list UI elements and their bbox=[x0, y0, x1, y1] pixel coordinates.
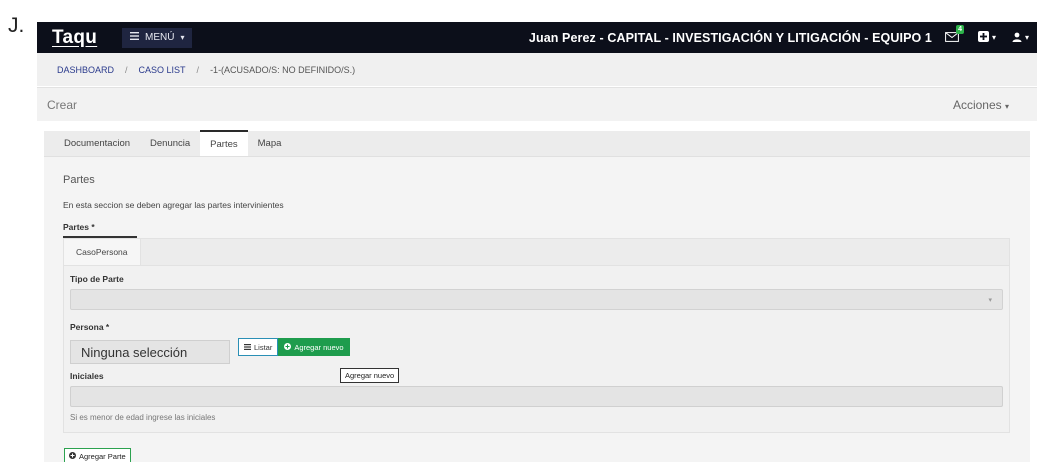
tab-bar: Documentacion Denuncia Partes Mapa bbox=[44, 130, 1030, 157]
agregar-parte-button[interactable]: Agregar Parte bbox=[64, 448, 131, 462]
tab-label: Partes bbox=[210, 138, 238, 150]
list-icon bbox=[244, 343, 251, 352]
panel-title: Partes bbox=[63, 174, 95, 186]
listar-label: Listar bbox=[254, 342, 273, 352]
user-context-title[interactable]: Juan Perez - CAPITAL - INVESTIGACIÓN Y L… bbox=[529, 31, 932, 45]
iniciales-label: Iniciales bbox=[70, 371, 104, 381]
tipo-parte-label: Tipo de Parte bbox=[70, 274, 124, 284]
partes-panel: Partes En esta seccion se deben agregar … bbox=[44, 157, 1030, 462]
subtab-label: CasoPersona bbox=[76, 247, 128, 257]
subtab-caso-persona[interactable]: CasoPersona bbox=[64, 239, 141, 265]
user-dropdown-button[interactable]: ▾ bbox=[1012, 32, 1029, 44]
plus-circle-icon bbox=[69, 451, 76, 461]
tab-label: Mapa bbox=[257, 137, 282, 149]
tab-label: Denuncia bbox=[150, 137, 191, 149]
tab-label: Documentacion bbox=[64, 137, 131, 149]
caret-down-icon: ▾ bbox=[180, 33, 185, 42]
action-bar: Crear Acciones ▾ bbox=[37, 87, 1037, 121]
caso-persona-subpanel: CasoPersona Tipo de Parte ▾ Persona * Ni… bbox=[63, 238, 1010, 433]
hamburger-icon bbox=[130, 32, 139, 43]
main-content: Documentacion Denuncia Partes Mapa Parte… bbox=[44, 130, 1030, 462]
iniciales-help-text: Si es menor de edad ingrese las iniciale… bbox=[70, 413, 216, 422]
menu-label: MENÚ bbox=[145, 32, 175, 43]
agregar-nuevo-button[interactable]: Agregar nuevo bbox=[278, 338, 350, 356]
user-icon bbox=[1012, 32, 1022, 44]
breadcrumb-current: -1-(ACUSADO/S: NO DEFINIDO/S.) bbox=[210, 64, 356, 75]
agregar-parte-label: Agregar Parte bbox=[79, 451, 126, 461]
caret-down-icon: ▾ bbox=[988, 296, 992, 304]
breadcrumb-caso-list[interactable]: CASO LIST bbox=[139, 65, 186, 75]
listar-button[interactable]: Listar bbox=[238, 338, 279, 356]
breadcrumb: DASHBOARD / CASO LIST / -1-(ACUSADO/S: N… bbox=[37, 53, 1037, 86]
caret-down-icon: ▾ bbox=[1004, 101, 1009, 111]
acciones-label: Acciones bbox=[952, 97, 1002, 112]
tab-denuncia[interactable]: Denuncia bbox=[140, 130, 200, 156]
persona-row: Ninguna selección Listar Agregar nuevo bbox=[70, 338, 1003, 366]
tab-partes[interactable]: Partes bbox=[200, 130, 248, 156]
subpanel-body: Tipo de Parte ▾ Persona * Ninguna selecc… bbox=[64, 266, 1009, 432]
top-navbar: Taqu MENÚ ▾ Juan Perez - CAPITAL - INVES… bbox=[37, 22, 1037, 53]
subtab-row: CasoPersona bbox=[64, 239, 1009, 266]
agregar-nuevo-tooltip: Agregar nuevo bbox=[340, 368, 400, 383]
acciones-dropdown[interactable]: Acciones ▾ bbox=[953, 98, 1027, 112]
plus-circle-icon bbox=[284, 342, 292, 352]
add-dropdown-button[interactable]: ▾ bbox=[977, 31, 996, 44]
caret-down-icon: ▾ bbox=[1024, 33, 1029, 42]
tab-documentacion[interactable]: Documentacion bbox=[54, 130, 140, 156]
breadcrumb-separator: / bbox=[196, 64, 200, 75]
iniciales-input[interactable] bbox=[70, 386, 1003, 407]
caret-down-icon: ▾ bbox=[991, 33, 996, 42]
breadcrumb-dashboard[interactable]: DASHBOARD bbox=[57, 65, 114, 75]
persona-selection-display: Ninguna selección bbox=[70, 340, 230, 364]
crear-title: Crear bbox=[47, 97, 78, 112]
persona-label: Persona * bbox=[70, 322, 110, 332]
panel-description: En esta seccion se deben agregar las par… bbox=[63, 200, 284, 210]
page: J. Taqu MENÚ ▾ Juan Perez - CAPITAL - IN… bbox=[0, 0, 1037, 462]
agregar-nuevo-label: Agregar nuevo bbox=[294, 342, 344, 352]
brand-logo[interactable]: Taqu bbox=[52, 27, 122, 49]
plus-square-icon bbox=[977, 31, 989, 44]
mail-count-badge: 4 bbox=[956, 24, 964, 34]
tipo-parte-select[interactable]: ▾ bbox=[70, 289, 1003, 310]
persona-button-group: Listar Agregar nuevo bbox=[238, 338, 350, 356]
tab-mapa[interactable]: Mapa bbox=[248, 130, 292, 156]
menu-button[interactable]: MENÚ ▾ bbox=[122, 27, 193, 48]
brand-text: Taqu bbox=[52, 26, 98, 48]
breadcrumb-separator: / bbox=[125, 64, 128, 75]
mail-button[interactable]: 4 bbox=[942, 24, 964, 46]
corner-label: J. bbox=[8, 14, 25, 37]
partes-label: Partes * bbox=[63, 222, 137, 238]
